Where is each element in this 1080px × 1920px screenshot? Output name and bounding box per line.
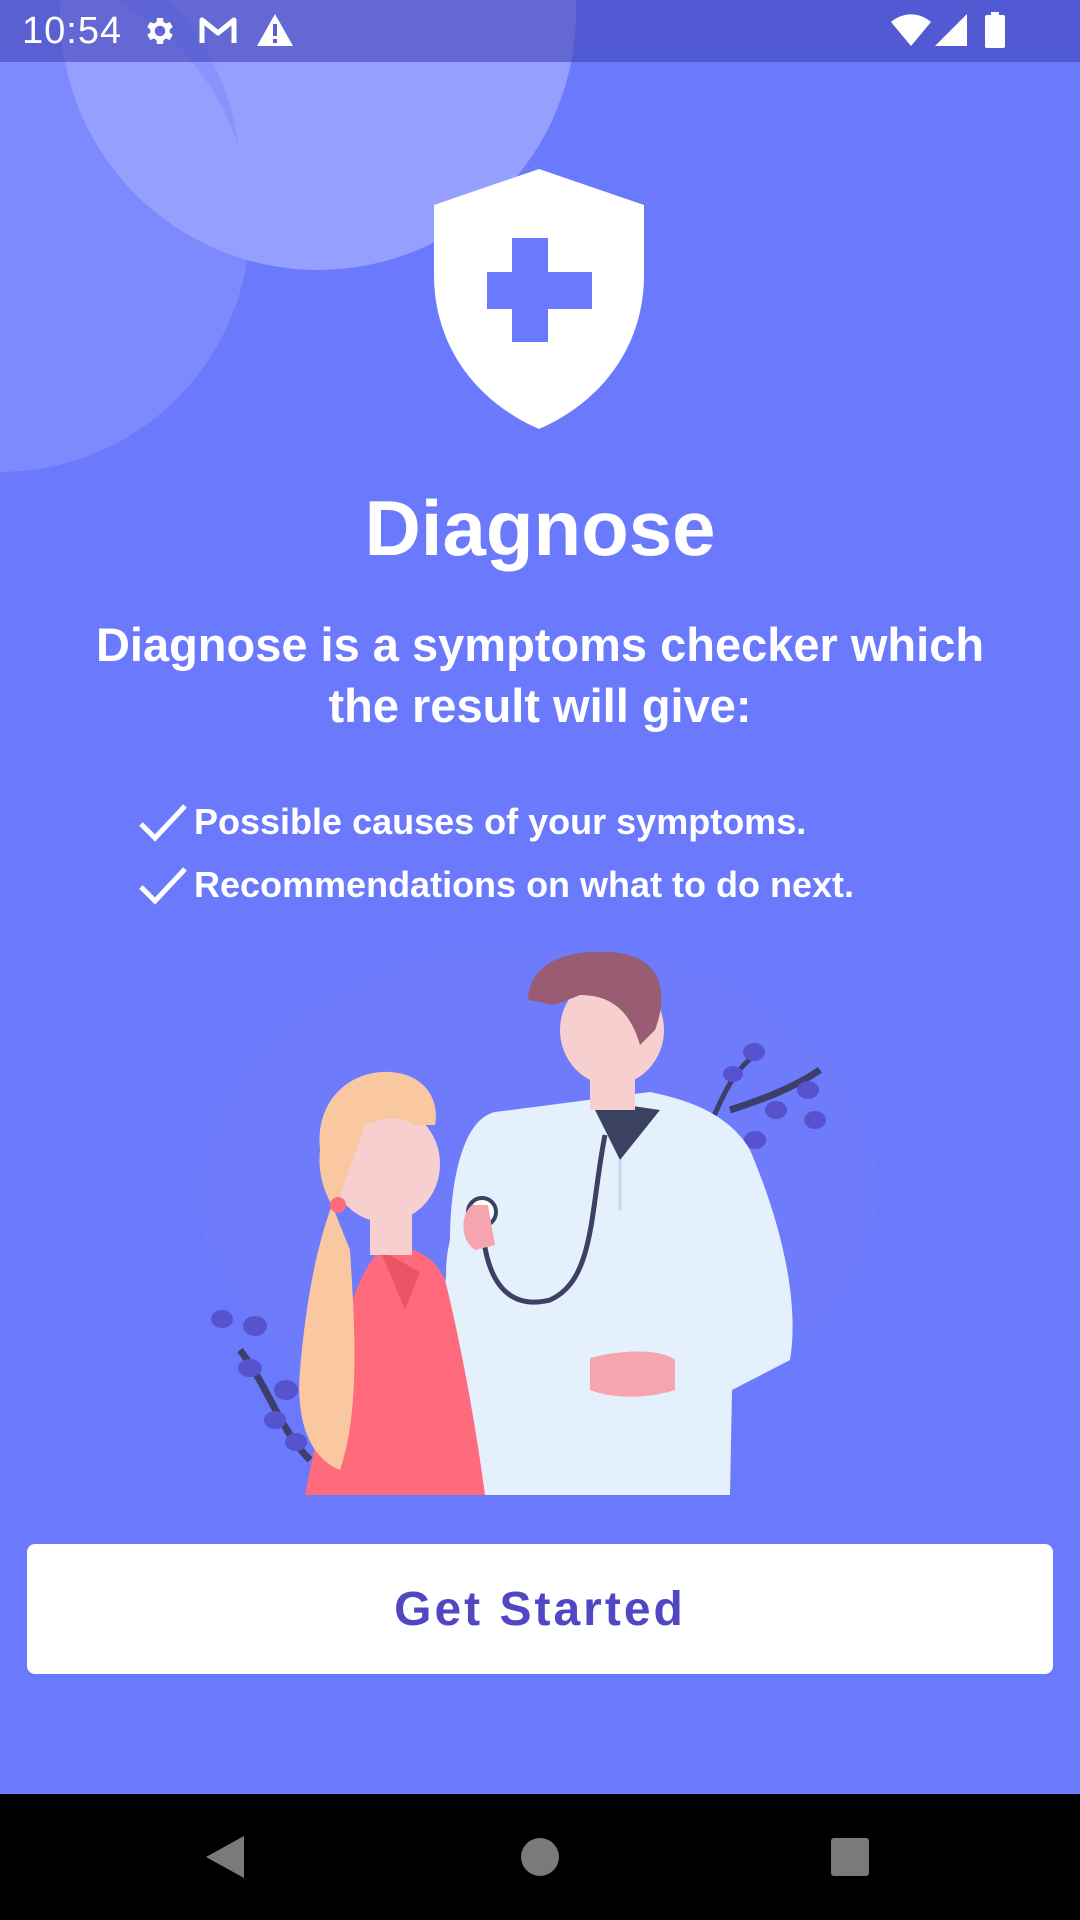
feature-item-recommendations: Recommendations on what to do next. xyxy=(138,853,1038,916)
gmail-icon xyxy=(199,17,237,43)
feature-list: Possible causes of your symptoms. Recomm… xyxy=(138,790,1038,916)
back-icon xyxy=(206,1836,244,1878)
battery-icon xyxy=(985,12,1005,48)
check-icon xyxy=(139,803,187,842)
get-started-button[interactable]: Get Started xyxy=(27,1544,1053,1674)
nav-home-button[interactable] xyxy=(470,1794,610,1920)
alert-icon xyxy=(257,14,293,46)
shield-plus-icon xyxy=(434,169,644,429)
app-description: Diagnose is a symptoms checker which the… xyxy=(95,618,985,732)
navigation-bar xyxy=(0,1794,1080,1920)
wifi-icon xyxy=(891,14,931,47)
feature-text: Possible causes of your symptoms. xyxy=(194,800,807,842)
nav-recents-button[interactable] xyxy=(780,1794,920,1920)
doctor-patient-illustration xyxy=(198,950,878,1495)
onboarding-screen: Diagnose Diagnose is a symptoms checker … xyxy=(0,0,1080,1920)
signal-icon xyxy=(935,14,967,46)
app-title: Diagnose xyxy=(364,484,716,572)
status-bar: 10:54 xyxy=(0,0,1080,62)
home-icon xyxy=(521,1838,559,1876)
feature-text: Recommendations on what to do next. xyxy=(194,863,855,905)
nav-back-button[interactable] xyxy=(155,1794,295,1920)
recents-icon xyxy=(831,1838,869,1876)
gear-icon xyxy=(147,17,173,45)
feature-item-causes: Possible causes of your symptoms. xyxy=(138,790,1038,853)
check-icon xyxy=(139,866,187,905)
status-time: 10:54 xyxy=(22,10,123,52)
